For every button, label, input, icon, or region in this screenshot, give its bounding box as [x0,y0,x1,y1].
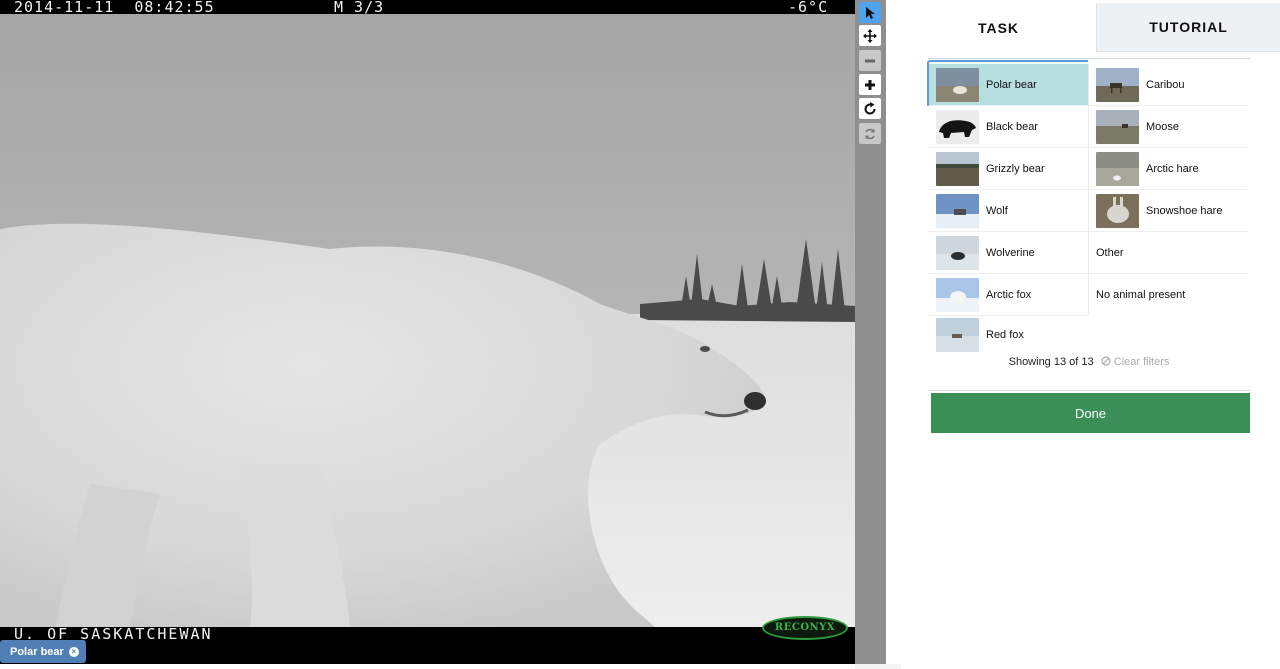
camera-temperature: -6°C [788,0,829,16]
choice-label: Wolf [986,204,1008,217]
choice-label: Wolverine [986,246,1035,259]
camera-owner: U. OF SASKATCHEWAN [14,625,213,643]
choice-label: Other [1096,246,1124,259]
refresh-icon [865,128,875,139]
arctic-hare-thumbnail [1096,151,1139,186]
zoom-out-button[interactable] [859,50,881,71]
choice-label: Grizzly bear [986,162,1045,175]
arctic-fox-thumbnail [936,277,979,312]
panel-tabs: TASK TUTORIAL [901,3,1280,52]
selected-species-label: Polar bear [10,645,64,658]
choice-other[interactable]: Other [1088,232,1247,273]
move-arrows-icon [863,28,877,43]
choice-snowshoe-hare[interactable]: Snowshoe hare [1088,190,1247,231]
clear-filters-label: Clear filters [1113,356,1170,368]
camera-footer-bar: U. OF SASKATCHEWAN RECONYX [0,616,855,664]
wolf-thumbnail [936,193,979,228]
camera-timestamp: 2014-11-11 08:42:55 [14,0,215,16]
camera-frame-counter: M 3/3 [334,0,385,16]
choice-red-fox[interactable]: Red fox [929,314,1088,355]
choice-caribou[interactable]: Caribou [1088,64,1247,105]
choice-label: Caribou [1146,78,1185,91]
moose-thumbnail [1096,109,1139,144]
caribou-thumbnail [1096,67,1139,102]
tab-task[interactable]: TASK [901,3,1096,52]
pointer-tool-button[interactable] [859,2,881,23]
reset-view-button[interactable] [859,123,881,144]
choice-wolf[interactable]: Wolf [929,190,1088,231]
choice-label: No animal present [1096,288,1186,301]
snowshoe-hare-thumbnail [1096,193,1139,228]
pan-tool-button[interactable] [859,25,881,46]
grizzly-bear-thumbnail [936,151,979,186]
ban-icon [1101,356,1111,366]
choices-top-divider [928,58,1250,59]
remove-tag-icon[interactable]: × [68,646,79,657]
choice-label: Moose [1146,120,1180,133]
tab-tutorial[interactable]: TUTORIAL [1096,3,1280,52]
choice-label: Arctic hare [1146,162,1199,175]
zoom-in-button[interactable] [859,74,881,95]
minus-icon [865,59,875,62]
choice-label: Arctic fox [986,288,1032,301]
choice-arctic-fox[interactable]: Arctic fox [929,274,1088,315]
choice-label: Snowshoe hare [1146,204,1223,217]
task-panel: TASK TUTORIAL Polar bear Caribou Black b… [901,0,1280,669]
panel-divider [928,390,1250,391]
rotate-button[interactable] [859,98,881,119]
choice-wolverine[interactable]: Wolverine [929,232,1088,273]
camera-info-bar: 2014-11-11 08:42:55 M 3/3 -6°C [0,0,855,26]
wolverine-thumbnail [936,235,979,270]
rotate-icon [864,101,876,115]
choice-grizzly-bear[interactable]: Grizzly bear [929,148,1088,189]
red-fox-thumbnail [936,317,979,352]
plus-icon [865,79,875,90]
clear-filters-link[interactable]: Clear filters [1101,356,1170,368]
choice-moose[interactable]: Moose [1088,106,1247,147]
panel-gutter [855,664,901,669]
reconyx-logo: RECONYX [762,616,848,640]
choice-arctic-hare[interactable]: Arctic hare [1088,148,1247,189]
filter-status: Showing 13 of 13 Clear filters [928,356,1250,368]
selected-species-tag[interactable]: Polar bear × [0,640,86,663]
camera-trap-photo [0,14,855,627]
focus-outline [927,60,1088,106]
black-bear-thumbnail [936,109,979,144]
subject-viewer[interactable]: 2014-11-11 08:42:55 M 3/3 -6°C U. OF SAS… [0,0,855,664]
cursor-arrow-icon [866,6,875,19]
choice-black-bear[interactable]: Black bear [929,106,1088,147]
choice-no-animal-present[interactable]: No animal present [1088,274,1247,315]
done-button[interactable]: Done [931,393,1250,433]
choice-label: Black bear [986,120,1038,133]
showing-count: Showing 13 of 13 [1008,356,1094,368]
choice-label: Red fox [986,328,1024,341]
image-toolbar [855,0,886,664]
